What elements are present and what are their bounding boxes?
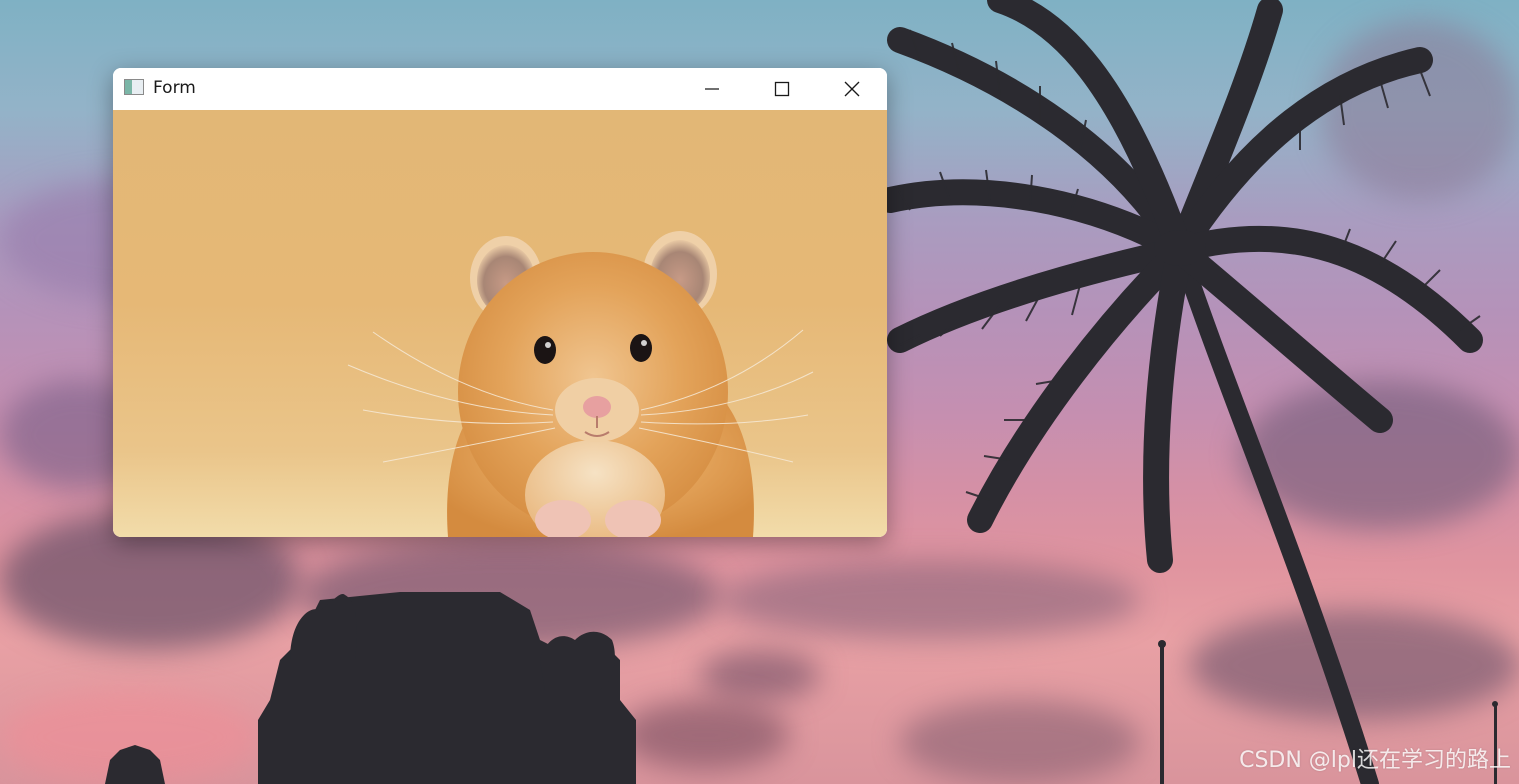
hamster-photo [347,231,814,537]
form-window[interactable]: Form [113,68,887,537]
close-button[interactable] [817,68,887,110]
title-bar[interactable]: Form [113,68,887,110]
minimize-icon [705,88,719,90]
maximize-icon [774,81,790,97]
close-icon [844,81,860,97]
minimize-button[interactable] [677,68,747,110]
csdn-watermark: CSDN @lpl还在学习的路上 [1239,748,1511,773]
window-title: Form [153,78,196,98]
maximize-button[interactable] [747,68,817,110]
app-window-icon [124,79,144,95]
form-client-area [113,110,887,537]
